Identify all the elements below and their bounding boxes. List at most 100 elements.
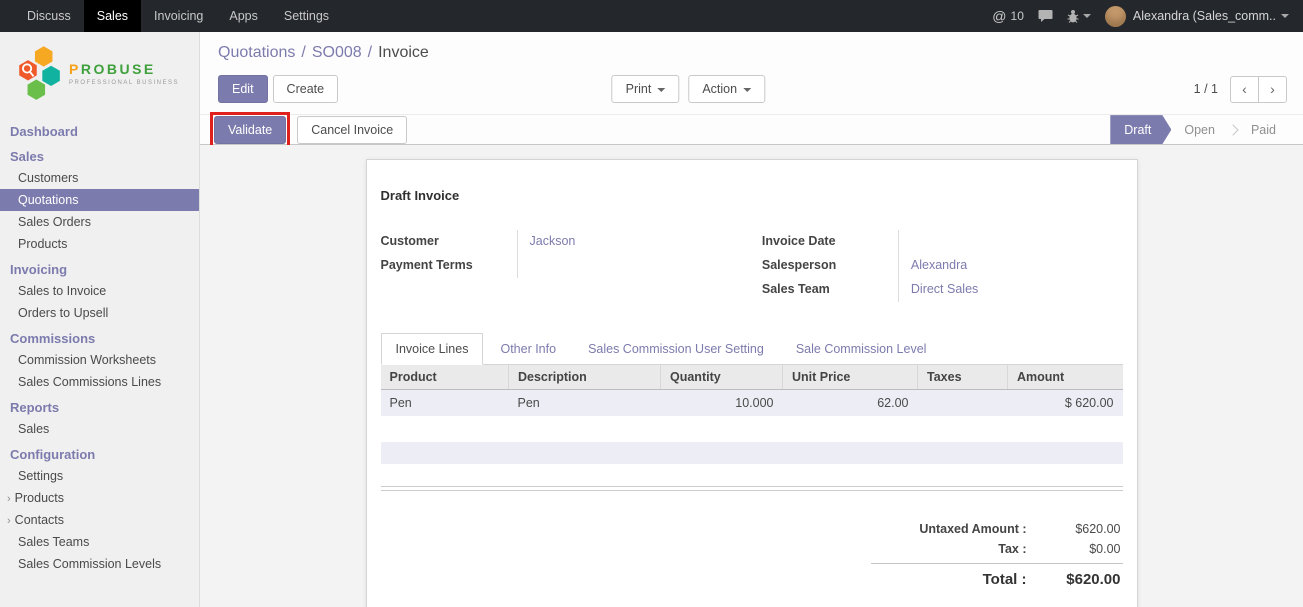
status-button-row: Validate Cancel Invoice Draft Open Paid xyxy=(200,114,1303,145)
menu-sales[interactable]: Sales xyxy=(84,0,141,32)
sidebar-item-sales-orders[interactable]: Sales Orders xyxy=(0,211,199,233)
salesperson-link[interactable]: Alexandra xyxy=(911,258,967,272)
empty-row-stripe xyxy=(381,442,1123,464)
cell-taxes xyxy=(918,390,1008,417)
activities-count: 10 xyxy=(1011,9,1024,23)
customer-value: Jackson xyxy=(517,230,742,254)
cell-quantity: 10.000 xyxy=(661,390,783,417)
validate-button[interactable]: Validate xyxy=(214,116,286,144)
main-area: Quotations/SO008/Invoice Edit Create Pri… xyxy=(200,32,1303,607)
pager-value: 1 / 1 xyxy=(1194,82,1218,96)
systray: @ 10 Alexandra (Sales_comm.. xyxy=(992,0,1303,32)
breadcrumb: Quotations/SO008/Invoice xyxy=(218,44,1287,62)
invoice-date-label: Invoice Date xyxy=(762,230,898,254)
sidebar-item-settings[interactable]: Settings xyxy=(0,465,199,487)
cell-description: Pen xyxy=(509,390,661,417)
annotation-highlight: Validate xyxy=(210,112,290,148)
customer-link[interactable]: Jackson xyxy=(530,234,576,248)
untaxed-amount-row: Untaxed Amount : $620.00 xyxy=(871,519,1123,539)
section-separator xyxy=(381,486,1123,491)
document-title: Draft Invoice xyxy=(381,188,1123,203)
cell-unit-price: 62.00 xyxy=(783,390,918,417)
messages-icon[interactable] xyxy=(1038,9,1053,23)
table-header-row: Product Description Quantity Unit Price … xyxy=(381,365,1123,390)
breadcrumb-current: Invoice xyxy=(378,44,429,61)
breadcrumb-quotations[interactable]: Quotations xyxy=(218,44,295,61)
breadcrumb-so008[interactable]: SO008 xyxy=(312,44,362,61)
print-menu-button[interactable]: Print xyxy=(612,75,680,103)
bug-icon xyxy=(1067,9,1079,23)
column-header-amount: Amount xyxy=(1008,365,1123,390)
total-row: Total : $620.00 xyxy=(871,563,1123,591)
sidebar-item-sales-to-invoice[interactable]: Sales to Invoice xyxy=(0,280,199,302)
sidebar-item-config-products[interactable]: ›Products xyxy=(0,487,199,509)
sidebar-item-sales-commissions-lines[interactable]: Sales Commissions Lines xyxy=(0,371,199,393)
debug-menu[interactable] xyxy=(1067,9,1091,23)
activities-counter[interactable]: @ 10 xyxy=(992,8,1024,24)
sales-team-link[interactable]: Direct Sales xyxy=(911,282,978,296)
sidebar-heading-invoicing[interactable]: Invoicing xyxy=(0,255,199,280)
cell-product: Pen xyxy=(381,390,509,417)
column-header-unit-price: Unit Price xyxy=(783,365,918,390)
logo-hexagons-icon xyxy=(16,45,64,103)
chevron-down-icon xyxy=(1281,14,1289,18)
breadcrumb-separator: / xyxy=(368,44,372,61)
status-step-paid[interactable]: Paid xyxy=(1238,115,1289,144)
total-label: Total : xyxy=(873,571,1041,588)
sidebar-heading-commissions[interactable]: Commissions xyxy=(0,324,199,349)
sidebar-item-quotations[interactable]: Quotations xyxy=(0,189,199,211)
chat-bubble-icon xyxy=(1038,9,1053,23)
cancel-invoice-button[interactable]: Cancel Invoice xyxy=(297,116,407,144)
tab-sales-commission-user-setting[interactable]: Sales Commission User Setting xyxy=(573,333,779,365)
table-row[interactable]: Pen Pen 10.000 62.00 $ 620.00 xyxy=(381,390,1123,417)
invoice-lines-table: Product Description Quantity Unit Price … xyxy=(381,365,1123,416)
sidebar-heading-reports[interactable]: Reports xyxy=(0,393,199,418)
sidebar-heading-configuration[interactable]: Configuration xyxy=(0,440,199,465)
sidebar-heading-dashboard[interactable]: Dashboard xyxy=(0,117,199,142)
totals-block: Untaxed Amount : $620.00 Tax : $0.00 Tot… xyxy=(871,519,1123,591)
expand-arrow-icon: › xyxy=(7,515,11,527)
field-group-left: Customer Jackson Payment Terms xyxy=(381,230,742,278)
column-header-description: Description xyxy=(509,365,661,390)
status-step-open[interactable]: Open xyxy=(1171,115,1228,144)
tab-sale-commission-level[interactable]: Sale Commission Level xyxy=(781,333,942,365)
sidebar-item-sales-teams[interactable]: Sales Teams xyxy=(0,531,199,553)
control-panel: Quotations/SO008/Invoice Edit Create Pri… xyxy=(200,32,1303,114)
menu-apps[interactable]: Apps xyxy=(216,0,271,32)
tax-row: Tax : $0.00 xyxy=(871,539,1123,559)
menu-discuss[interactable]: Discuss xyxy=(14,0,84,32)
user-menu[interactable]: Alexandra (Sales_comm.. xyxy=(1105,6,1289,27)
sidebar-item-sales-commission-levels[interactable]: Sales Commission Levels xyxy=(0,553,199,575)
sidebar-item-contacts[interactable]: ›Contacts xyxy=(0,509,199,531)
sales-team-label: Sales Team xyxy=(762,278,898,302)
sidebar-item-reports-sales[interactable]: Sales xyxy=(0,418,199,440)
sidebar-item-products[interactable]: Products xyxy=(0,233,199,255)
expand-arrow-icon: › xyxy=(7,493,11,505)
tab-other-info[interactable]: Other Info xyxy=(485,333,571,365)
tab-invoice-lines[interactable]: Invoice Lines xyxy=(381,333,484,365)
statusbar: Draft Open Paid xyxy=(1110,115,1303,144)
invoice-date-value xyxy=(898,230,1123,254)
column-header-taxes: Taxes xyxy=(918,365,1008,390)
pager-next-button[interactable]: › xyxy=(1258,76,1287,103)
sidebar-item-customers[interactable]: Customers xyxy=(0,167,199,189)
action-menu-button[interactable]: Action xyxy=(688,75,765,103)
top-menubar: Discuss Sales Invoicing Apps Settings @ … xyxy=(0,0,1303,32)
tab-bar: Invoice Lines Other Info Sales Commissio… xyxy=(381,333,1123,365)
edit-button[interactable]: Edit xyxy=(218,75,268,103)
menu-settings[interactable]: Settings xyxy=(271,0,342,32)
create-button[interactable]: Create xyxy=(273,75,339,103)
sidebar-item-orders-to-upsell[interactable]: Orders to Upsell xyxy=(0,302,199,324)
status-step-draft[interactable]: Draft xyxy=(1110,115,1171,144)
menu-invoicing[interactable]: Invoicing xyxy=(141,0,216,32)
salesperson-value: Alexandra xyxy=(898,254,1123,278)
notebook: Invoice Lines Other Info Sales Commissio… xyxy=(381,333,1123,464)
logo-subtitle: PROFESSIONAL BUSINESS xyxy=(69,80,179,86)
sidebar-heading-sales[interactable]: Sales xyxy=(0,142,199,167)
pager-previous-button[interactable]: ‹ xyxy=(1230,76,1259,103)
logo-text: PROBUSE PROFESSIONAL BUSINESS xyxy=(69,62,179,85)
field-groups: Customer Jackson Payment Terms Invoice D… xyxy=(381,230,1123,302)
sidebar-item-commission-worksheets[interactable]: Commission Worksheets xyxy=(0,349,199,371)
column-header-product: Product xyxy=(381,365,509,390)
payment-terms-value xyxy=(517,254,742,278)
